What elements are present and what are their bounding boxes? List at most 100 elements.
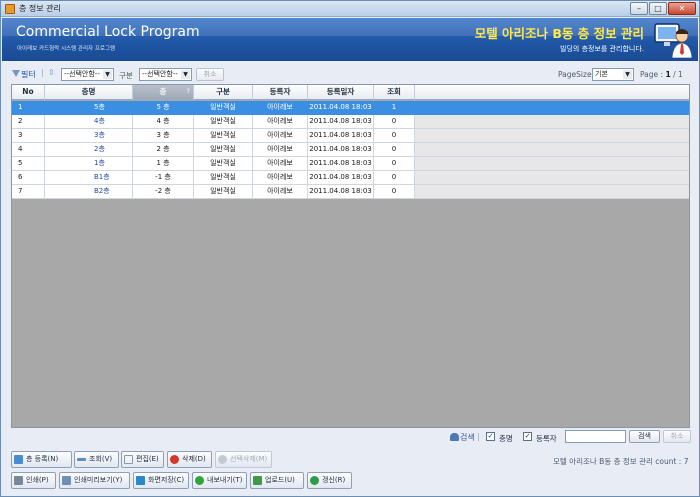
filter-cancel-button[interactable]: 취소	[196, 68, 224, 81]
cell-views: 0	[374, 129, 415, 143]
print-preview-label: 인쇄미리보기(Y)	[74, 476, 123, 484]
edit-button[interactable]: 편집(E)	[121, 451, 164, 468]
cell-registrant: 아이레보	[253, 143, 308, 157]
column-header-filler	[415, 85, 689, 100]
minimize-button[interactable]: –	[630, 2, 648, 15]
search-input[interactable]	[565, 430, 626, 443]
cell-name: 2층	[45, 143, 133, 157]
search-toggle[interactable]: 검색	[450, 432, 475, 443]
cell-floor: 4 층	[133, 115, 194, 129]
column-header-no[interactable]: No	[12, 85, 45, 100]
window-controls: – □ ✕	[630, 2, 696, 15]
column-header-type[interactable]: 구분	[194, 85, 253, 100]
person-monitor-icon	[654, 23, 692, 58]
registrant-checkbox[interactable]: ✓	[523, 432, 532, 441]
refresh-button[interactable]: 갱신(R)	[307, 472, 352, 489]
view-button[interactable]: 조회(V)	[74, 451, 119, 468]
print-button[interactable]: 인쇄(P)	[11, 472, 56, 489]
page-description: 빌딩의 층정보를 관리합니다.	[560, 45, 644, 53]
cell-type: 일반객실	[194, 101, 253, 115]
cell-filler	[415, 157, 689, 171]
cell-date: 2011.04.08 18:03	[308, 171, 374, 185]
pencil-icon	[77, 458, 86, 461]
register-floor-button[interactable]: 층 등록(N)	[11, 451, 72, 468]
cell-registrant: 아이레보	[253, 101, 308, 115]
table-row[interactable]: 4 2층 2 층 일반객실 아이레보 2011.04.08 18:03 0	[12, 143, 689, 157]
register-floor-label: 층 등록(N)	[26, 455, 59, 463]
window-title: 층 정보 관리	[19, 4, 61, 13]
table-row[interactable]: 5 1층 1 층 일반객실 아이레보 2011.04.08 18:03 0	[12, 157, 689, 171]
cell-type: 일반객실	[194, 185, 253, 199]
delete-selected-label: 선택삭제(M)	[230, 455, 268, 463]
table-row[interactable]: 7 B2층 -2 층 일반객실 아이레보 2011.04.08 18:03 0	[12, 185, 689, 199]
table-row[interactable]: 2 4층 4 층 일반객실 아이레보 2011.04.08 18:03 0	[12, 115, 689, 129]
export-icon	[195, 476, 204, 485]
upload-button[interactable]: 업로드(U)	[250, 472, 304, 489]
delete-selected-button[interactable]: 선택삭제(M)	[215, 451, 272, 468]
cell-filler	[415, 115, 689, 129]
cell-views: 0	[374, 171, 415, 185]
cell-name: 1층	[45, 157, 133, 171]
cell-name: 3층	[45, 129, 133, 143]
cell-filler	[415, 143, 689, 157]
cell-no: 1	[12, 101, 45, 115]
page-total: 1	[678, 70, 683, 79]
cell-date: 2011.04.08 18:03	[308, 101, 374, 115]
maximize-button[interactable]: □	[649, 2, 667, 15]
column-header-registrant[interactable]: 등록자	[253, 85, 308, 100]
cell-type: 일반객실	[194, 157, 253, 171]
sort-indicator-icon: ?	[186, 88, 190, 95]
refresh-label: 갱신(R)	[322, 476, 346, 484]
document-icon	[124, 455, 133, 464]
cell-views: 0	[374, 157, 415, 171]
export-button[interactable]: 내보내기(T)	[192, 472, 247, 489]
filter-toggle[interactable]: 필터	[12, 69, 36, 80]
column-header-name[interactable]: 층명	[45, 85, 133, 100]
cell-registrant: 아이레보	[253, 185, 308, 199]
save-screen-button[interactable]: 화면저장(C)	[133, 472, 189, 489]
column-header-views[interactable]: 조회	[374, 85, 415, 100]
floor-table: No 층명 층 ? 구분 등록자 등록일자 조회 1 5층 5 층 일반객실 아이레보 2…	[11, 84, 690, 428]
cell-no: 6	[12, 171, 45, 185]
cell-date: 2011.04.08 18:03	[308, 185, 374, 199]
cell-floor: 5 층	[133, 101, 194, 115]
floor-name-checkbox[interactable]: ✓	[486, 432, 495, 441]
category-select[interactable]: --선택안함-- ▼	[139, 68, 192, 81]
chevron-down-icon: ▼	[103, 70, 112, 79]
column-header-date[interactable]: 등록일자	[308, 85, 374, 100]
cell-no: 4	[12, 143, 45, 157]
category-select-value: --선택안함--	[142, 70, 178, 78]
cell-filler	[415, 171, 689, 185]
sort-arrows-icon[interactable]: ⇕	[48, 68, 57, 78]
search-button[interactable]: 검색	[629, 430, 660, 443]
title-bar[interactable]: 층 정보 관리 – □ ✕	[1, 1, 699, 17]
cell-floor: 2 층	[133, 143, 194, 157]
cell-type: 일반객실	[194, 129, 253, 143]
edit-label: 편집(E)	[136, 455, 159, 463]
page-separator: /	[673, 70, 676, 79]
cell-name: B1층	[45, 171, 133, 185]
table-row[interactable]: 1 5층 5 층 일반객실 아이레보 2011.04.08 18:03 1	[12, 101, 689, 115]
table-row[interactable]: 6 B1층 -1 층 일반객실 아이레보 2011.04.08 18:03 0	[12, 171, 689, 185]
delete-button[interactable]: 삭제(D)	[167, 451, 212, 468]
action-bar: 층 등록(N) 조회(V) 편집(E) 삭제(D) 선택삭제(M) 모텔 아리조…	[2, 449, 698, 469]
page-label: Page :	[640, 70, 664, 79]
cell-date: 2011.04.08 18:03	[308, 115, 374, 129]
cell-floor: 1 층	[133, 157, 194, 171]
divider: |	[477, 432, 480, 441]
delete-icon	[218, 455, 227, 464]
close-button[interactable]: ✕	[668, 2, 696, 15]
filter-toolbar: 필터 | ⇕ --선택안함-- ▼ 구분 --선택안함-- ▼ 취소 PageS…	[2, 65, 698, 84]
pagesize-select[interactable]: 기본 ▼	[592, 68, 634, 81]
cell-name: 4층	[45, 115, 133, 129]
cell-views: 1	[374, 101, 415, 115]
column-header-floor[interactable]: 층 ?	[133, 85, 194, 100]
main-window: 층 정보 관리 – □ ✕ Commercial Lock Program 아이…	[0, 0, 700, 497]
filter-select-1[interactable]: --선택안함-- ▼	[61, 68, 114, 81]
print-preview-button[interactable]: 인쇄미리보기(Y)	[59, 472, 130, 489]
search-cancel-button[interactable]: 취소	[663, 430, 691, 443]
cell-name: B2층	[45, 185, 133, 199]
table-row[interactable]: 3 3층 3 층 일반객실 아이레보 2011.04.08 18:03 0	[12, 129, 689, 143]
registrant-check-label: 등록자	[536, 434, 557, 443]
print-preview-icon	[62, 476, 71, 485]
